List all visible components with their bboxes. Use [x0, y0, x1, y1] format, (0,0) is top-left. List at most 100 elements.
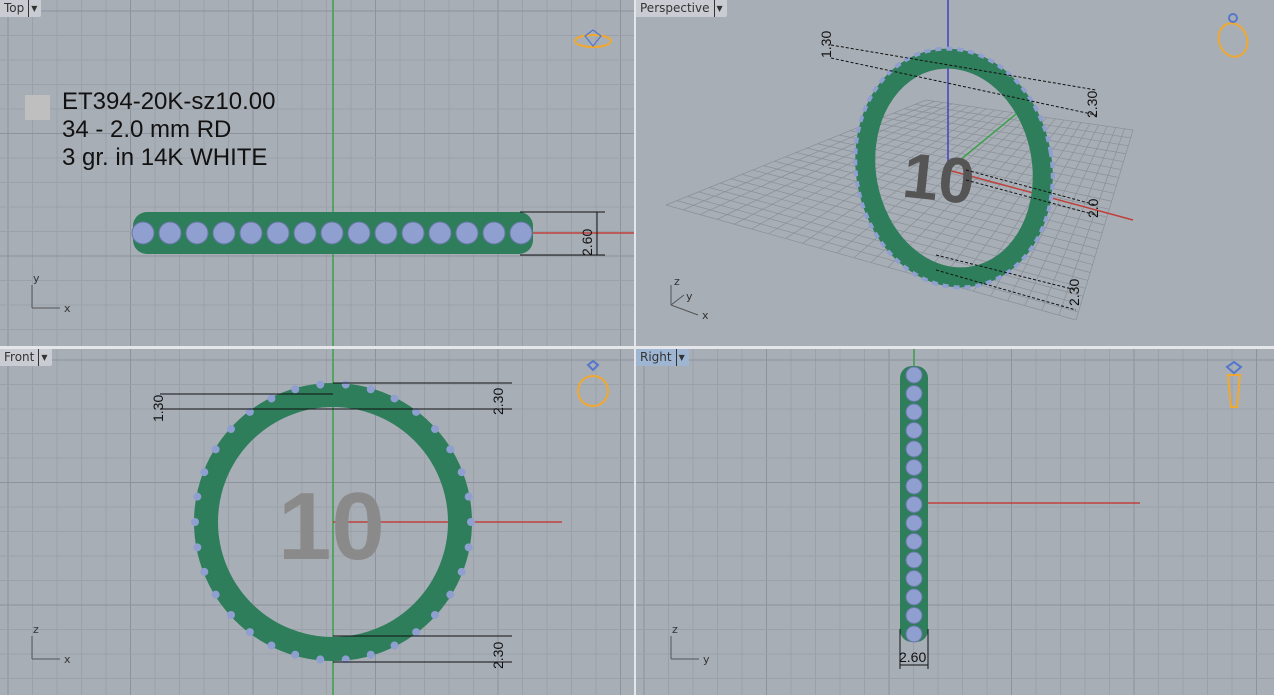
stone: [293, 221, 317, 245]
stone: [428, 221, 452, 245]
viewport-label-perspective[interactable]: Perspective ▼: [636, 0, 727, 17]
orientation-widget-icon: [1217, 13, 1249, 58]
dim-width-label: 2.60: [579, 229, 595, 256]
stone: [347, 221, 371, 245]
right-canvas[interactable]: 2.60 y z: [636, 349, 1274, 695]
dropdown-arrow-icon[interactable]: ▼: [28, 0, 37, 17]
dim-label: 2.30: [1084, 91, 1100, 118]
stone: [131, 221, 155, 245]
stone: [905, 366, 923, 384]
viewport-title: Front: [4, 350, 35, 364]
stone: [320, 221, 344, 245]
stone: [191, 518, 199, 526]
stones: [905, 366, 923, 643]
size-label: 10: [900, 139, 978, 218]
dim-label: 2.30: [1066, 279, 1082, 306]
stone: [211, 590, 220, 599]
stone: [267, 641, 276, 650]
axis-x-label: x: [702, 309, 709, 322]
stone: [457, 567, 466, 576]
stone: [905, 496, 923, 513]
stone: [366, 650, 375, 659]
axis-indicator: [670, 636, 699, 660]
stone: [193, 543, 202, 552]
annotation-line: ET394-20K-sz10.00: [62, 88, 276, 115]
viewport-perspective[interactable]: 10 1.30 2.30 2.0 2.30 x y z Perspective ▼: [636, 0, 1274, 346]
dim-label: 2.0: [1085, 198, 1101, 218]
stone: [467, 518, 475, 526]
stone: [905, 551, 923, 569]
stone: [446, 445, 455, 454]
front-canvas[interactable]: 10 1.30 2.30 2.30 x z: [0, 349, 634, 695]
stone: [401, 221, 425, 245]
axis-z-label: z: [672, 623, 678, 636]
stone: [266, 221, 290, 245]
stone: [482, 221, 506, 245]
stones: [131, 221, 533, 245]
perspective-canvas[interactable]: 10 1.30 2.30 2.0 2.30 x y z: [636, 0, 1274, 346]
top-canvas[interactable]: 2.60 x y: [0, 0, 634, 346]
stone: [211, 445, 220, 454]
stone: [291, 650, 300, 659]
stone: [509, 221, 533, 245]
stone: [905, 385, 923, 402]
stone: [227, 425, 236, 434]
viewport-front[interactable]: 10 1.30 2.30 2.30 x z Front ▼: [0, 349, 634, 695]
annotation-swatch: [25, 95, 50, 120]
stone: [193, 492, 202, 501]
stone: [158, 221, 182, 245]
stone: [185, 221, 209, 245]
stone: [245, 628, 254, 637]
viewport-title: Top: [4, 1, 25, 15]
stone: [200, 567, 209, 576]
dim-label: 1.30: [818, 31, 834, 58]
grid: [0, 0, 634, 346]
stone: [390, 641, 399, 650]
dropdown-arrow-icon[interactable]: ▼: [675, 349, 685, 366]
viewport-title: Right: [640, 350, 672, 364]
dim-label: 2.30: [490, 388, 506, 415]
dropdown-arrow-icon[interactable]: ▼: [38, 349, 48, 366]
viewport-title: Perspective: [640, 1, 710, 15]
axis-z-label: z: [674, 275, 680, 288]
annotation-line: 3 gr. in 14K WHITE: [62, 144, 268, 171]
stone: [905, 570, 923, 587]
stone: [905, 403, 923, 421]
viewport-top[interactable]: 2.60 x y ET394-20K-sz10.00 34 - 2.0 mm R…: [0, 0, 634, 346]
stone: [430, 610, 439, 619]
annotation-line: 34 - 2.0 mm RD: [62, 116, 232, 143]
stone: [227, 610, 236, 619]
stone: [464, 492, 473, 501]
annotation-text[interactable]: ET394-20K-sz10.00 34 - 2.0 mm RD 3 gr. i…: [62, 88, 275, 172]
viewport-right[interactable]: 2.60 y z Right ▼: [636, 349, 1274, 695]
stone: [905, 588, 923, 606]
viewport-label-right[interactable]: Right ▼: [636, 349, 689, 366]
stone: [374, 221, 398, 245]
stone: [464, 543, 473, 552]
viewport-label-front[interactable]: Front ▼: [0, 349, 52, 366]
orientation-widget-icon: [577, 359, 609, 407]
axis-indicator: [31, 636, 60, 660]
stone: [291, 385, 300, 394]
axis-y-label: y: [686, 290, 693, 303]
axis-indicator: [670, 285, 699, 316]
dim-label: 1.30: [150, 395, 166, 422]
stone: [905, 533, 923, 550]
stone: [316, 655, 325, 664]
stone: [446, 590, 455, 599]
stone: [905, 440, 923, 458]
stone: [212, 221, 236, 245]
stone: [457, 468, 466, 477]
stone: [267, 394, 276, 403]
stone: [239, 221, 263, 245]
stone: [905, 514, 923, 532]
stone: [390, 394, 399, 403]
stone: [200, 468, 209, 477]
viewport-label-top[interactable]: Top ▼: [0, 0, 42, 17]
stone: [905, 607, 923, 624]
size-label: 10: [278, 473, 385, 580]
stone: [316, 380, 325, 389]
axis-y-label: y: [33, 272, 40, 285]
stone: [905, 477, 923, 495]
dropdown-arrow-icon[interactable]: ▼: [713, 0, 723, 17]
